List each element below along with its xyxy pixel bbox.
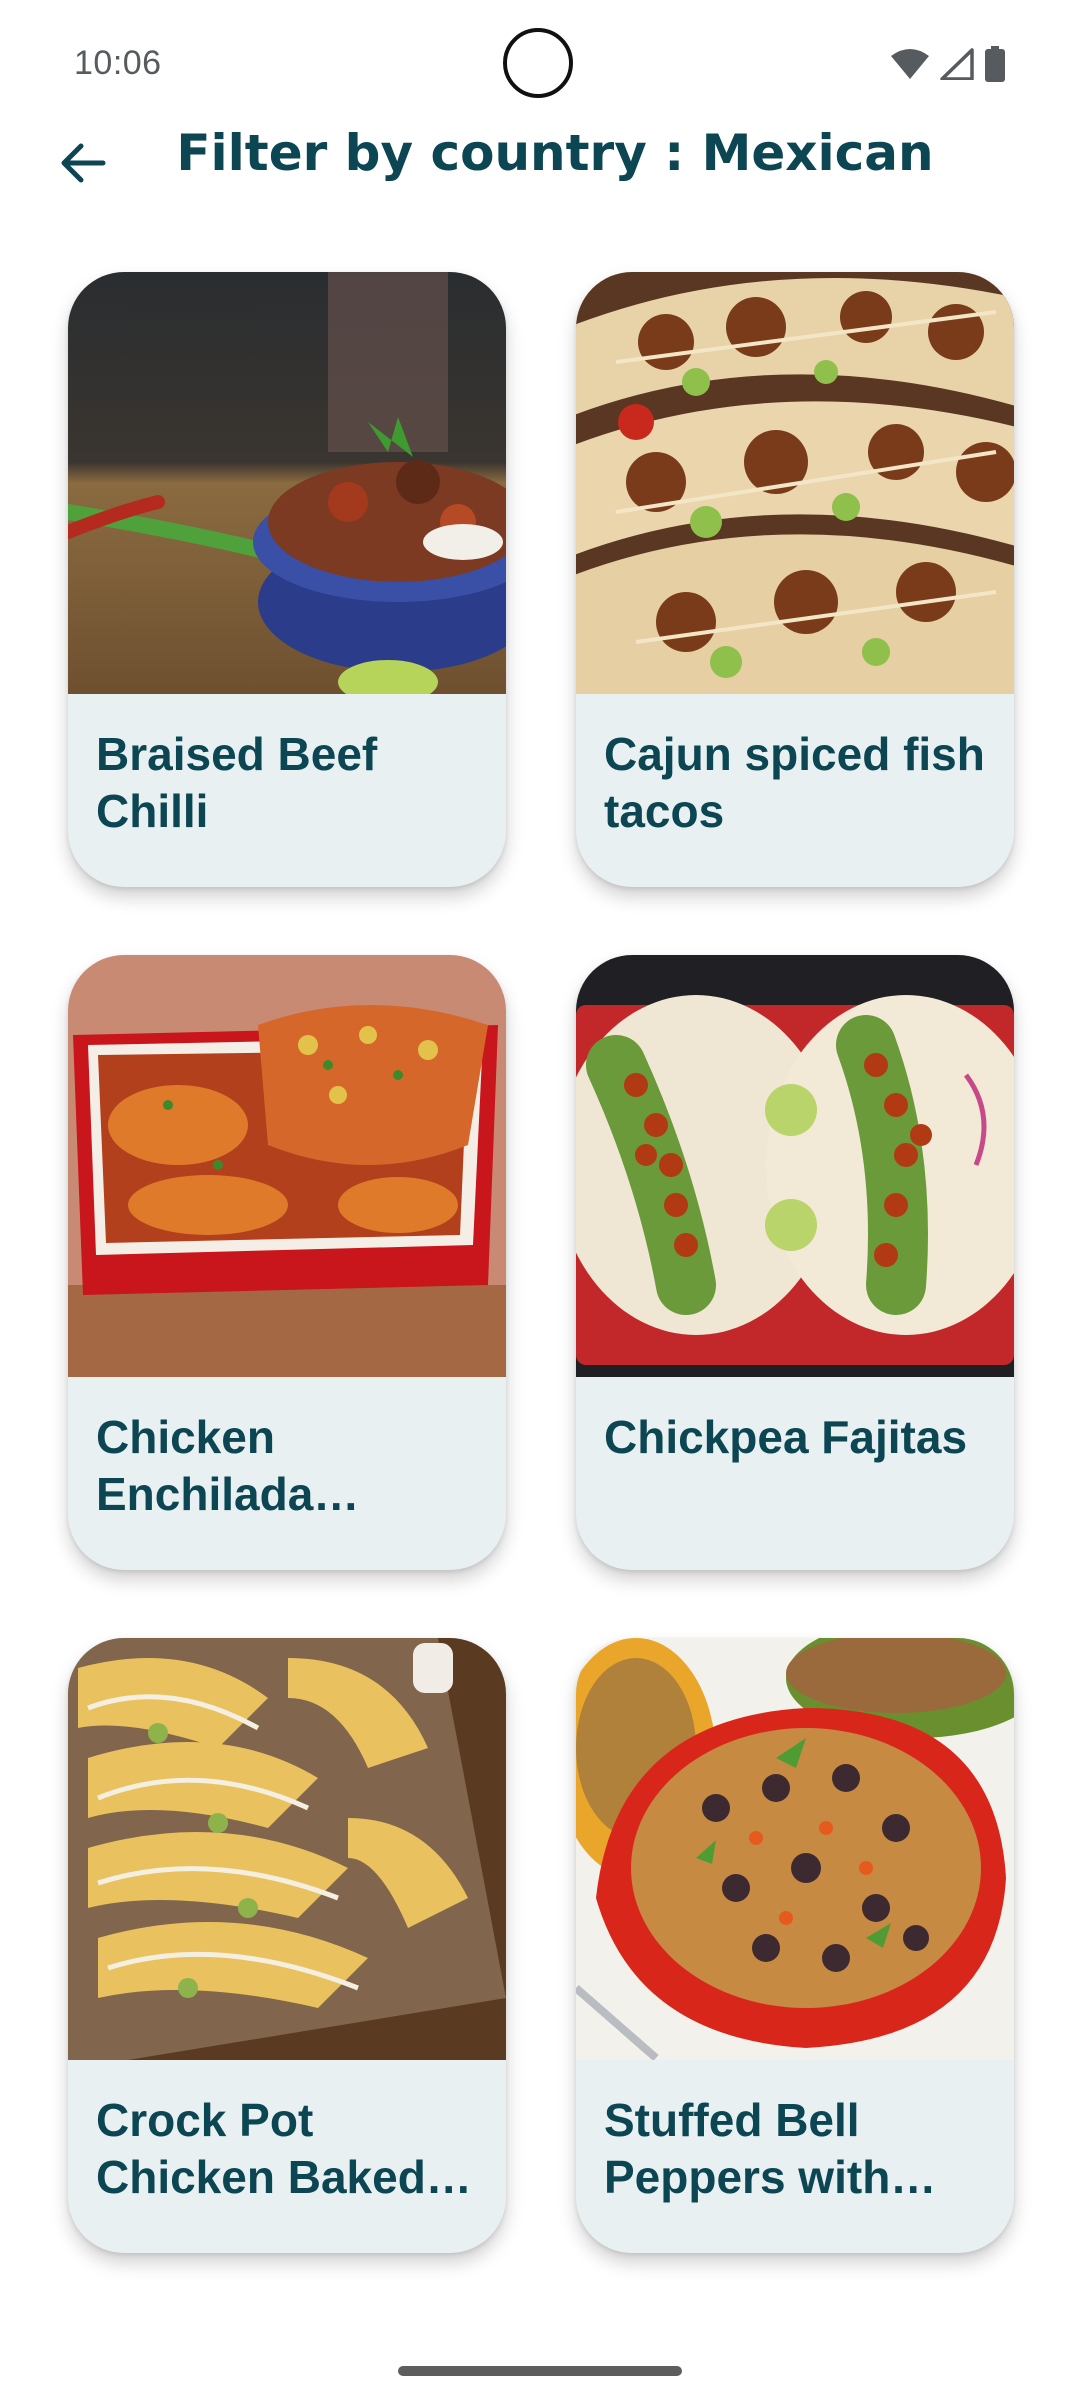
recipe-image [68,1638,506,2060]
page-title: Filter by country : Mexican [176,124,934,182]
recipe-name: Braised Beef Chilli [96,728,378,837]
cell-signal-icon [940,48,974,85]
recipe-name: Crock Pot Chicken Baked Tacos [96,2094,426,2203]
recipe-grid: Braised Beef Chilli Cajun spiced fish ta… [68,272,1014,2253]
recipe-name: Chicken Enchilada Casserole [96,1411,314,1520]
app-bar: Filter by country : Mexican [0,120,1080,210]
recipe-name: Stuffed Bell Peppers with Quinoa and Bla… [604,2094,891,2203]
wifi-icon [890,48,930,85]
recipe-name: Cajun spiced fish tacos [604,728,985,837]
recipe-name: Chickpea Fajitas [604,1411,968,1463]
recipe-card[interactable]: Cajun spiced fish tacos [576,272,1014,887]
recipe-card[interactable]: Braised Beef Chilli [68,272,506,887]
recipe-card[interactable]: Chicken Enchilada Casserole [68,955,506,1570]
recipe-image [68,955,506,1377]
recipe-image [576,272,1014,694]
status-bar: 10:06 [0,0,1080,130]
recipe-card[interactable]: Crock Pot Chicken Baked Tacos [68,1638,506,2253]
gesture-bar[interactable] [398,2366,682,2376]
recipe-image [576,1638,1014,2060]
status-time: 10:06 [74,44,162,82]
recipe-image [576,955,1014,1377]
recipe-image [68,272,506,694]
camera-cutout [503,28,573,98]
recipe-card[interactable]: Chickpea Fajitas [576,955,1014,1570]
recipe-card[interactable]: Stuffed Bell Peppers with Quinoa and Bla… [576,1638,1014,2253]
status-icons [890,46,1006,87]
battery-icon [984,46,1006,87]
